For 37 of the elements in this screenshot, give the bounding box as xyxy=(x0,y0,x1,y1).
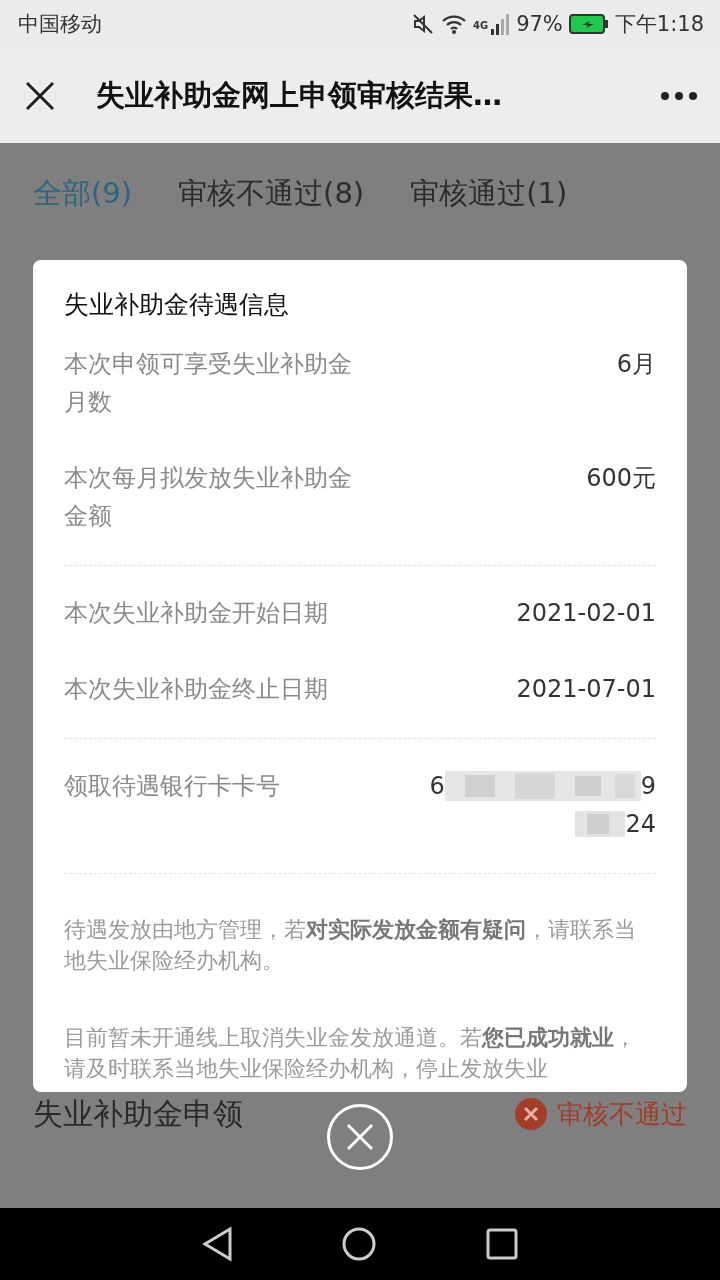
field-label: 领取待遇银行卡卡号 xyxy=(64,771,281,802)
blur-mask xyxy=(575,811,626,837)
filter-tab[interactable]: 审核通过(1) xyxy=(410,174,568,214)
field-value: 2021-07-01 xyxy=(516,674,656,705)
notice-text: 目前暂未开通线上取消失业金发放通道。若您已成功就业，请及时联系当地失业保险经办机构，停止发放失业 xyxy=(64,1024,637,1083)
back-icon[interactable] xyxy=(202,1227,232,1261)
card-number-end: 9 xyxy=(640,771,656,802)
dialog-title: 失业补助金待遇信息 xyxy=(64,289,290,321)
filter-tab[interactable]: 审核不通过(8) xyxy=(178,174,365,214)
field-label: 本次每月拟发放失业补助金金额 xyxy=(64,463,353,532)
review-status: 审核不通过 xyxy=(557,1097,687,1131)
carrier-name: 中国移动 xyxy=(18,11,102,38)
recents-icon[interactable] xyxy=(486,1228,518,1260)
signal-icon xyxy=(490,13,511,35)
field-value: 2021-02-01 xyxy=(516,598,656,629)
battery-icon xyxy=(568,14,609,34)
field-value: 6月 xyxy=(616,349,656,380)
reject-icon xyxy=(515,1098,547,1130)
notice-text: 待遇发放由地方管理，若对实际发放金额有疑问，请联系当地失业保险经办机构。 xyxy=(64,916,637,975)
close-icon xyxy=(346,1123,374,1151)
card-number-start: 6 xyxy=(429,771,445,802)
close-icon[interactable] xyxy=(24,79,56,112)
field-label: 本次失业补助金终止日期 xyxy=(64,674,329,705)
battery-percent: 97% xyxy=(516,12,563,36)
home-icon[interactable] xyxy=(342,1227,376,1261)
more-icon[interactable] xyxy=(660,90,698,101)
application-title: 失业补助金申领 xyxy=(33,1094,243,1133)
field-label: 本次失业补助金开始日期 xyxy=(64,598,329,629)
page-title: 失业补助金网上申领审核结果… xyxy=(96,76,503,114)
field-label: 本次申领可享受失业补助金月数 xyxy=(64,349,353,418)
field-value: 600元 xyxy=(586,463,656,494)
clock-time: 下午1:18 xyxy=(614,11,704,38)
network-type: 4G xyxy=(472,20,489,31)
wifi-icon xyxy=(440,13,467,35)
close-button[interactable] xyxy=(327,1104,393,1170)
card-number-end: 24 xyxy=(625,809,656,840)
mute-icon xyxy=(410,12,435,36)
